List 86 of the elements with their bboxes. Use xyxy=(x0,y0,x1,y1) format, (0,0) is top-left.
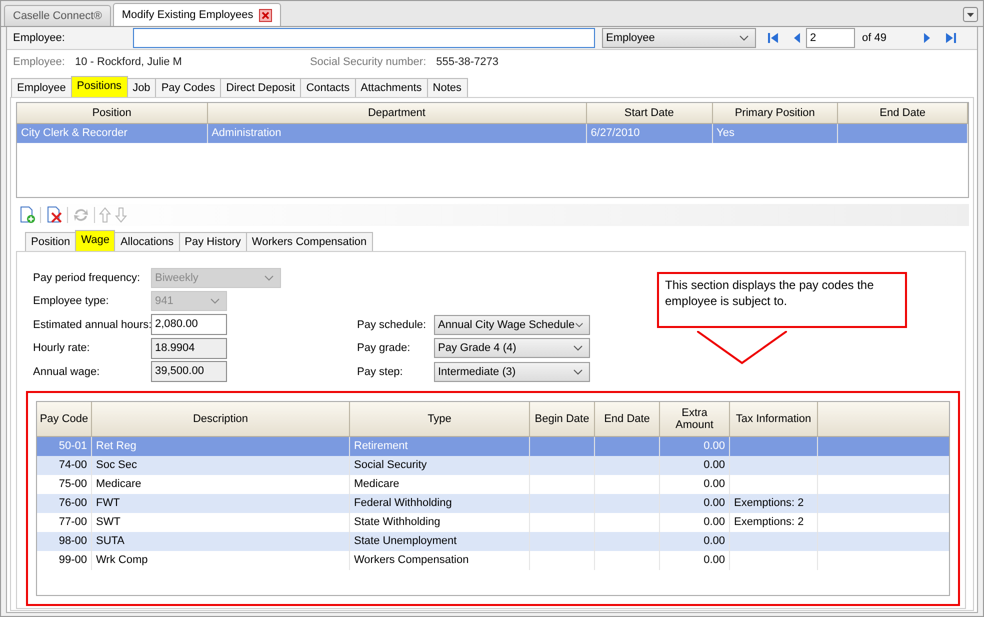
field-label: Pay schedule: xyxy=(356,318,428,331)
column-header[interactable]: Primary Position xyxy=(712,103,838,123)
table-cell: Soc Sec xyxy=(92,456,350,474)
tab[interactable]: Notes xyxy=(426,78,468,97)
chevron-down-icon xyxy=(210,298,220,304)
tab[interactable]: Employee xyxy=(11,78,72,97)
table-cell: State Unemployment xyxy=(350,532,530,550)
lookup-dropdown[interactable]: Employee xyxy=(602,28,756,48)
tab[interactable]: Position xyxy=(25,232,76,251)
table-cell: SUTA xyxy=(92,532,350,550)
window-tab[interactable]: Modify Existing Employees xyxy=(112,3,282,26)
column-header[interactable]: Description xyxy=(92,402,350,436)
field-label: Hourly rate: xyxy=(32,342,91,354)
chevron-down-icon xyxy=(264,274,274,281)
column-header[interactable]: Extra Amount xyxy=(660,402,730,436)
column-header[interactable]: Pay Code xyxy=(37,402,92,436)
employee-search-field[interactable] xyxy=(133,28,595,48)
field-label: Annual wage: xyxy=(32,366,101,378)
table-cell: City Clerk & Recorder xyxy=(17,124,208,143)
column-header[interactable]: Start Date xyxy=(586,103,713,123)
table-cell: Wrk Comp xyxy=(92,550,350,570)
tab[interactable]: Job xyxy=(126,78,156,97)
table-cell: 0.00 xyxy=(660,494,730,512)
record-number-field[interactable]: 2 xyxy=(806,28,855,48)
dropdown[interactable]: Annual City Wage Schedule xyxy=(434,314,590,335)
input-field[interactable]: 2,080.00 xyxy=(151,314,227,336)
column-header[interactable]: End Date xyxy=(838,103,968,123)
table-cell: Administration xyxy=(208,124,587,143)
column-header[interactable]: Type xyxy=(350,402,530,436)
tab[interactable]: Pay History xyxy=(178,232,247,251)
close-icon[interactable] xyxy=(259,8,272,22)
table-cell: Workers Compensation xyxy=(350,550,530,570)
last-record-icon[interactable] xyxy=(944,31,958,45)
chevron-down-icon xyxy=(573,368,583,375)
window-tab[interactable]: Caselle Connect® xyxy=(4,5,111,26)
table-cell: 76-00 xyxy=(37,494,92,512)
record-count: of 49 xyxy=(861,32,888,44)
callout-box: This section displays the pay codes the employee is subject to. xyxy=(657,272,907,328)
column-header[interactable]: Department xyxy=(208,103,587,123)
tab[interactable]: Allocations xyxy=(114,232,180,251)
add-icon[interactable] xyxy=(18,206,36,224)
table-cell: Federal Withholding xyxy=(350,494,530,512)
delete-icon[interactable] xyxy=(45,206,63,224)
tab[interactable]: Wage xyxy=(75,230,116,251)
table-row[interactable]: 98-00 SUTA State Unemployment 0.00 xyxy=(37,532,949,550)
dropdown-menu-icon[interactable] xyxy=(963,7,978,22)
table-row[interactable]: 74-00 Soc Sec Social Security 0.00 xyxy=(37,456,949,474)
field-label: Pay grade: xyxy=(356,342,412,354)
column-header[interactable]: Position xyxy=(17,103,208,123)
table-cell: FWT xyxy=(92,494,350,512)
employee-label: Employee: xyxy=(13,32,66,44)
field-label: Pay period frequency: xyxy=(32,272,142,284)
column-header[interactable]: Begin Date xyxy=(530,402,595,436)
first-record-icon[interactable] xyxy=(766,31,780,45)
column-header[interactable]: Tax Information xyxy=(730,402,818,436)
tab[interactable]: Attachments xyxy=(354,78,428,97)
chevron-down-icon xyxy=(573,345,583,352)
tab[interactable]: Positions xyxy=(70,76,128,97)
ssn-value: 555-38-7273 xyxy=(436,56,499,68)
table-cell: 74-00 xyxy=(37,456,92,474)
field-label: Pay step: xyxy=(356,366,404,378)
tab[interactable]: Workers Compensation xyxy=(246,232,373,251)
table-cell: Social Security xyxy=(350,456,530,474)
ssn-label: Social Security number: xyxy=(310,56,426,68)
chevron-down-icon xyxy=(574,322,583,328)
table-cell: 98-00 xyxy=(37,532,92,550)
dropdown[interactable]: Intermediate (3) xyxy=(434,362,590,382)
table-row[interactable]: 99-00 Wrk Comp Workers Compensation 0.00 xyxy=(37,550,949,570)
table-cell: 0.00 xyxy=(660,532,730,550)
table-cell: 6/27/2010 xyxy=(586,124,713,143)
table-row[interactable]: 76-00 FWT Federal Withholding 0.00 Exemptions: 2 xyxy=(37,494,949,512)
table-cell: 99-00 xyxy=(37,550,92,570)
employee-label: Employee: xyxy=(13,56,65,68)
table-cell: 0.00 xyxy=(660,456,730,474)
table-cell: 0.00 xyxy=(660,550,730,570)
dropdown[interactable]: Pay Grade 4 (4) xyxy=(434,338,590,358)
table-cell: Exemptions: 2 xyxy=(730,494,818,512)
tab[interactable]: Direct Deposit xyxy=(220,78,302,97)
column-header[interactable]: End Date xyxy=(595,402,660,436)
field-label: Estimated annual hours: xyxy=(32,318,151,331)
table-cell: Yes xyxy=(712,124,838,143)
employee-name: 10 - Rockford, Julie M xyxy=(74,56,182,68)
tab[interactable]: Contacts xyxy=(300,78,356,97)
tab[interactable]: Pay Codes xyxy=(155,78,222,97)
chevron-down-icon xyxy=(739,35,749,41)
field-label: Employee type: xyxy=(32,295,110,308)
